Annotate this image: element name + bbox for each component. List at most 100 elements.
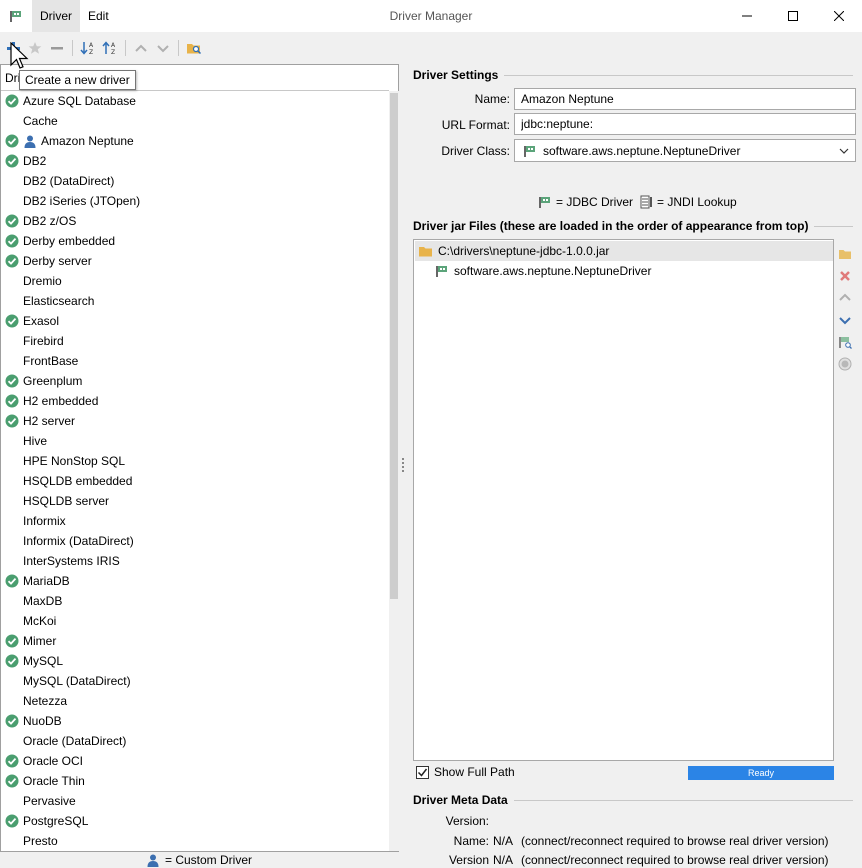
driver-list-item[interactable]: MariaDB xyxy=(1,571,387,591)
move-down-button[interactable] xyxy=(152,37,174,59)
star-icon xyxy=(28,42,42,54)
driver-list-item[interactable]: Greenplum xyxy=(1,371,387,391)
tooltip: Create a new driver xyxy=(19,70,136,90)
move-jar-up-button[interactable] xyxy=(836,289,854,307)
driver-list-item[interactable]: Exasol xyxy=(1,311,387,331)
driver-list-item[interactable]: Hive xyxy=(1,431,387,451)
driver-name-label: DB2 z/OS xyxy=(23,214,77,228)
driver-list-item[interactable]: DB2 xyxy=(1,151,387,171)
remove-jar-button[interactable] xyxy=(836,267,854,285)
menu-driver[interactable]: Driver xyxy=(32,0,80,32)
driver-list-item[interactable]: DB2 iSeries (JTOpen) xyxy=(1,191,387,211)
driver-name-label: Cache xyxy=(23,114,58,128)
jar-file-tree[interactable]: C:\drivers\neptune-jdbc-1.0.0.jar softwa… xyxy=(413,239,834,761)
remove-driver-button[interactable] xyxy=(46,37,68,59)
move-up-button[interactable] xyxy=(130,37,152,59)
scrollbar-thumb[interactable] xyxy=(390,93,398,599)
driver-list-item[interactable]: McKoi xyxy=(1,611,387,631)
driver-list-item[interactable]: MySQL (DataDirect) xyxy=(1,671,387,691)
driver-name-label: HSQLDB server xyxy=(23,494,110,508)
driver-name-field[interactable] xyxy=(514,88,856,110)
driver-ok-check-icon xyxy=(4,234,19,249)
driver-list-item[interactable]: PostgreSQL xyxy=(1,811,387,831)
driver-list-item[interactable]: MySQL xyxy=(1,651,387,671)
close-button[interactable] xyxy=(816,0,862,32)
driver-name-label: Netezza xyxy=(23,694,68,708)
panel-splitter[interactable] xyxy=(401,458,405,474)
driver-list-item[interactable]: H2 embedded xyxy=(1,391,387,411)
driver-list-item[interactable]: FrontBase xyxy=(1,351,387,371)
driver-class-label: Driver Class: xyxy=(441,144,510,158)
driver-status-empty xyxy=(4,334,19,349)
svg-text:Z: Z xyxy=(89,49,93,55)
driver-list-item[interactable]: Dremio xyxy=(1,271,387,291)
driver-list-item[interactable]: Presto xyxy=(1,831,387,851)
driver-list-item[interactable]: NuoDB xyxy=(1,711,387,731)
driver-list[interactable]: Azure SQL Database Cache Amazon Neptune DB2… xyxy=(1,91,387,853)
driver-list-item[interactable]: H2 server xyxy=(1,411,387,431)
url-format-field[interactable] xyxy=(514,113,856,135)
driver-list-item[interactable]: Cache xyxy=(1,111,387,131)
chevron-down-icon xyxy=(839,148,849,154)
jar-file-row[interactable]: C:\drivers\neptune-jdbc-1.0.0.jar xyxy=(415,241,833,261)
maximize-button[interactable] xyxy=(770,0,816,32)
driver-list-item[interactable]: HSQLDB server xyxy=(1,491,387,511)
driver-list-item[interactable]: Netezza xyxy=(1,691,387,711)
driver-list-scrollbar[interactable] xyxy=(389,91,399,851)
driver-status-empty xyxy=(4,794,19,809)
driver-list-item[interactable]: Oracle (DataDirect) xyxy=(1,731,387,751)
driver-name-label: McKoi xyxy=(23,614,57,628)
driver-list-item[interactable]: Elasticsearch xyxy=(1,291,387,311)
driver-list-item[interactable]: MaxDB xyxy=(1,591,387,611)
driver-class-select[interactable]: software.aws.neptune.NeptuneDriver xyxy=(514,139,856,162)
driver-list-item[interactable]: HSQLDB embedded xyxy=(1,471,387,491)
driver-status-empty xyxy=(4,174,19,189)
driver-list-item[interactable]: DB2 z/OS xyxy=(1,211,387,231)
jar-driver-class-row[interactable]: software.aws.neptune.NeptuneDriver xyxy=(415,261,833,281)
checkbox-box[interactable] xyxy=(416,765,429,779)
driver-name-label: InterSystems IRIS xyxy=(23,554,120,568)
name-label: Name: xyxy=(474,92,510,106)
driver-list-item[interactable]: HPE NonStop SQL xyxy=(1,451,387,471)
find-driver-class-button[interactable] xyxy=(836,333,854,351)
driver-list-item[interactable]: Pervasive xyxy=(1,791,387,811)
driver-list-item[interactable]: InterSystems IRIS xyxy=(1,551,387,571)
driver-ok-check-icon xyxy=(4,394,19,409)
url-format-label: URL Format: xyxy=(441,118,510,132)
meta-name-value: N/A xyxy=(493,834,514,848)
move-jar-down-button[interactable] xyxy=(836,311,854,329)
show-full-path-checkbox[interactable]: Show Full Path xyxy=(416,765,515,779)
driver-list-item[interactable]: Mimer xyxy=(1,631,387,651)
driver-list-item[interactable]: Derby embedded xyxy=(1,231,387,251)
open-folder-button[interactable] xyxy=(183,37,205,59)
chevron-up-icon xyxy=(135,44,147,52)
driver-list-item[interactable]: Firebird xyxy=(1,331,387,351)
record-button[interactable] xyxy=(836,355,854,373)
driver-list-item[interactable]: Informix xyxy=(1,511,387,531)
add-jar-button[interactable] xyxy=(836,245,854,263)
status-progress-bar: Ready xyxy=(688,766,834,780)
driver-ok-check-icon xyxy=(4,94,19,109)
sort-ascending-button[interactable]: AZ xyxy=(77,37,99,59)
driver-list-item[interactable]: Oracle Thin xyxy=(1,771,387,791)
driver-name-label: Informix (DataDirect) xyxy=(23,534,134,548)
driver-name-label: Oracle (DataDirect) xyxy=(23,734,127,748)
meta-name-row: Name: N/A (connect/reconnect required to… xyxy=(413,834,829,848)
jdbc-driver-icon xyxy=(539,197,550,208)
minimize-button[interactable] xyxy=(724,0,770,32)
meta-version-string-value: N/A xyxy=(493,853,514,867)
driver-list-item[interactable]: Informix (DataDirect) xyxy=(1,531,387,551)
show-full-path-label: Show Full Path xyxy=(434,765,515,779)
custom-driver-icon xyxy=(23,134,37,148)
driver-name-label: Hive xyxy=(23,434,48,448)
driver-list-item[interactable]: Amazon Neptune xyxy=(1,131,387,151)
driver-list-item[interactable]: Oracle OCI xyxy=(1,751,387,771)
driver-list-item[interactable]: DB2 (DataDirect) xyxy=(1,171,387,191)
driver-name-label: Azure SQL Database xyxy=(23,94,136,108)
menu-edit[interactable]: Edit xyxy=(80,0,117,32)
driver-status-empty xyxy=(4,114,19,129)
driver-list-item[interactable]: Azure SQL Database xyxy=(1,91,387,111)
driver-name-label: Elasticsearch xyxy=(23,294,95,308)
driver-list-item[interactable]: Derby server xyxy=(1,251,387,271)
sort-descending-button[interactable]: AZ xyxy=(99,37,121,59)
